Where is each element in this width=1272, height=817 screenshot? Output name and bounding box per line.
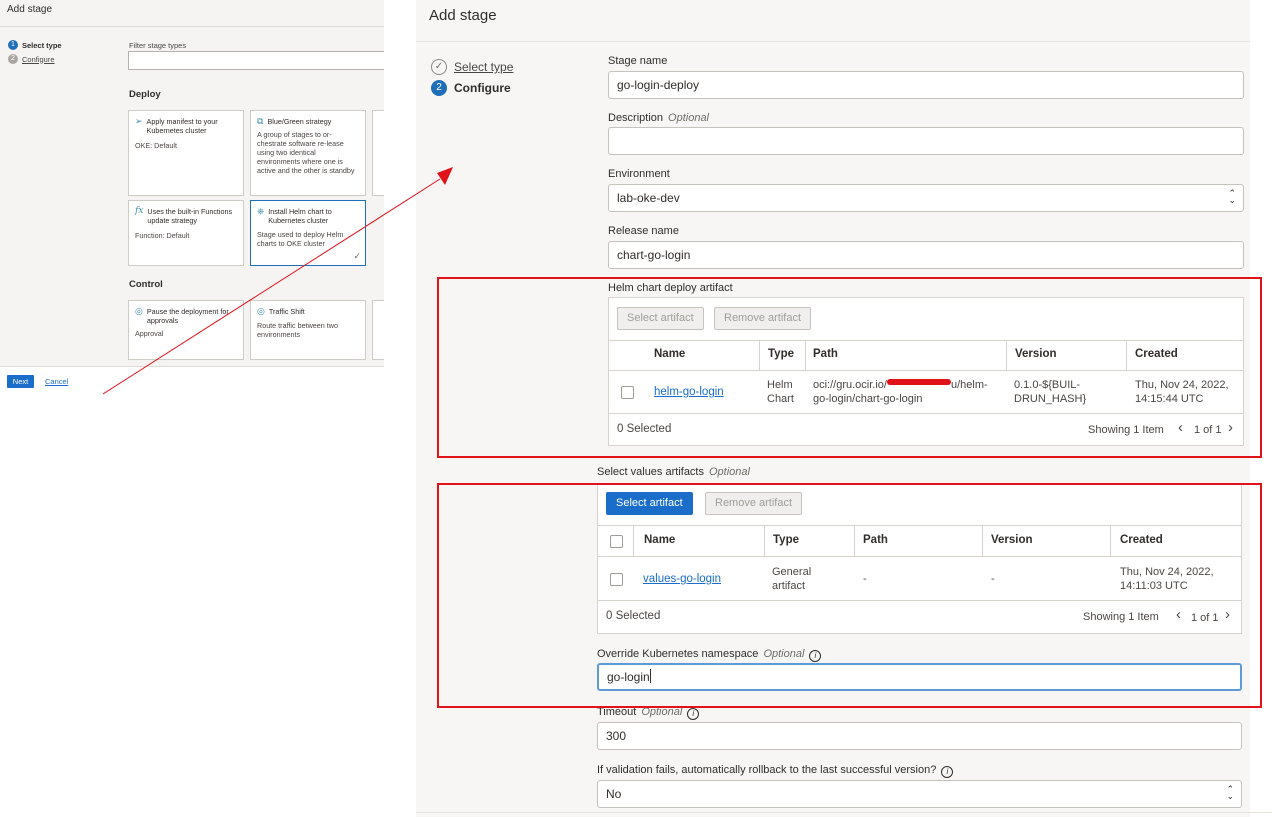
- arrow-line: [102, 178, 441, 395]
- annotation-arrow: [102, 167, 453, 395]
- arrow-head: [437, 167, 453, 185]
